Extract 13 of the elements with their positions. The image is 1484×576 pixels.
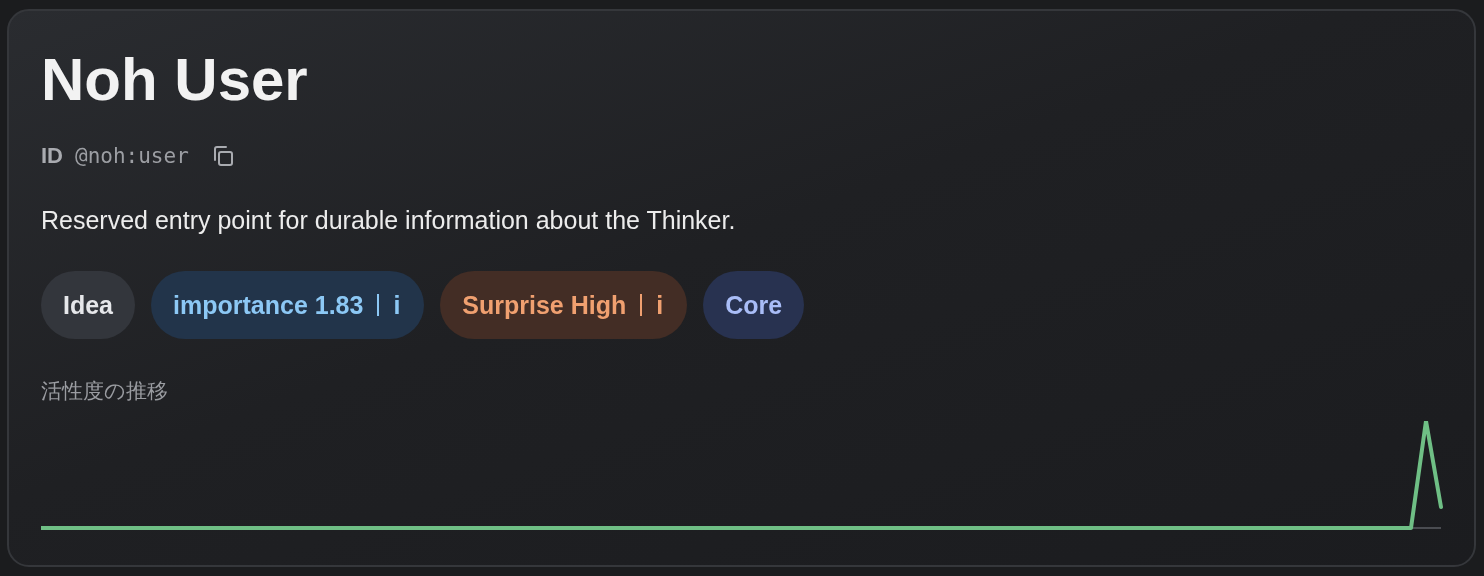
info-button[interactable]: i	[391, 290, 403, 320]
tag-label: importance 1.83	[173, 290, 364, 320]
tag-label: Core	[725, 290, 783, 320]
id-label: ID	[41, 143, 63, 169]
info-button[interactable]: i	[654, 290, 666, 320]
page-title: Noh User	[41, 45, 309, 115]
divider	[640, 294, 643, 316]
tag-label: Surprise High	[462, 290, 627, 320]
divider	[377, 294, 380, 316]
id-value: @noh:user	[75, 144, 189, 168]
description: Reserved entry point for durable information about the Thinker.	[41, 205, 737, 236]
chart-label: 活性度の推移	[41, 378, 169, 404]
tag-label: Idea	[63, 290, 114, 320]
